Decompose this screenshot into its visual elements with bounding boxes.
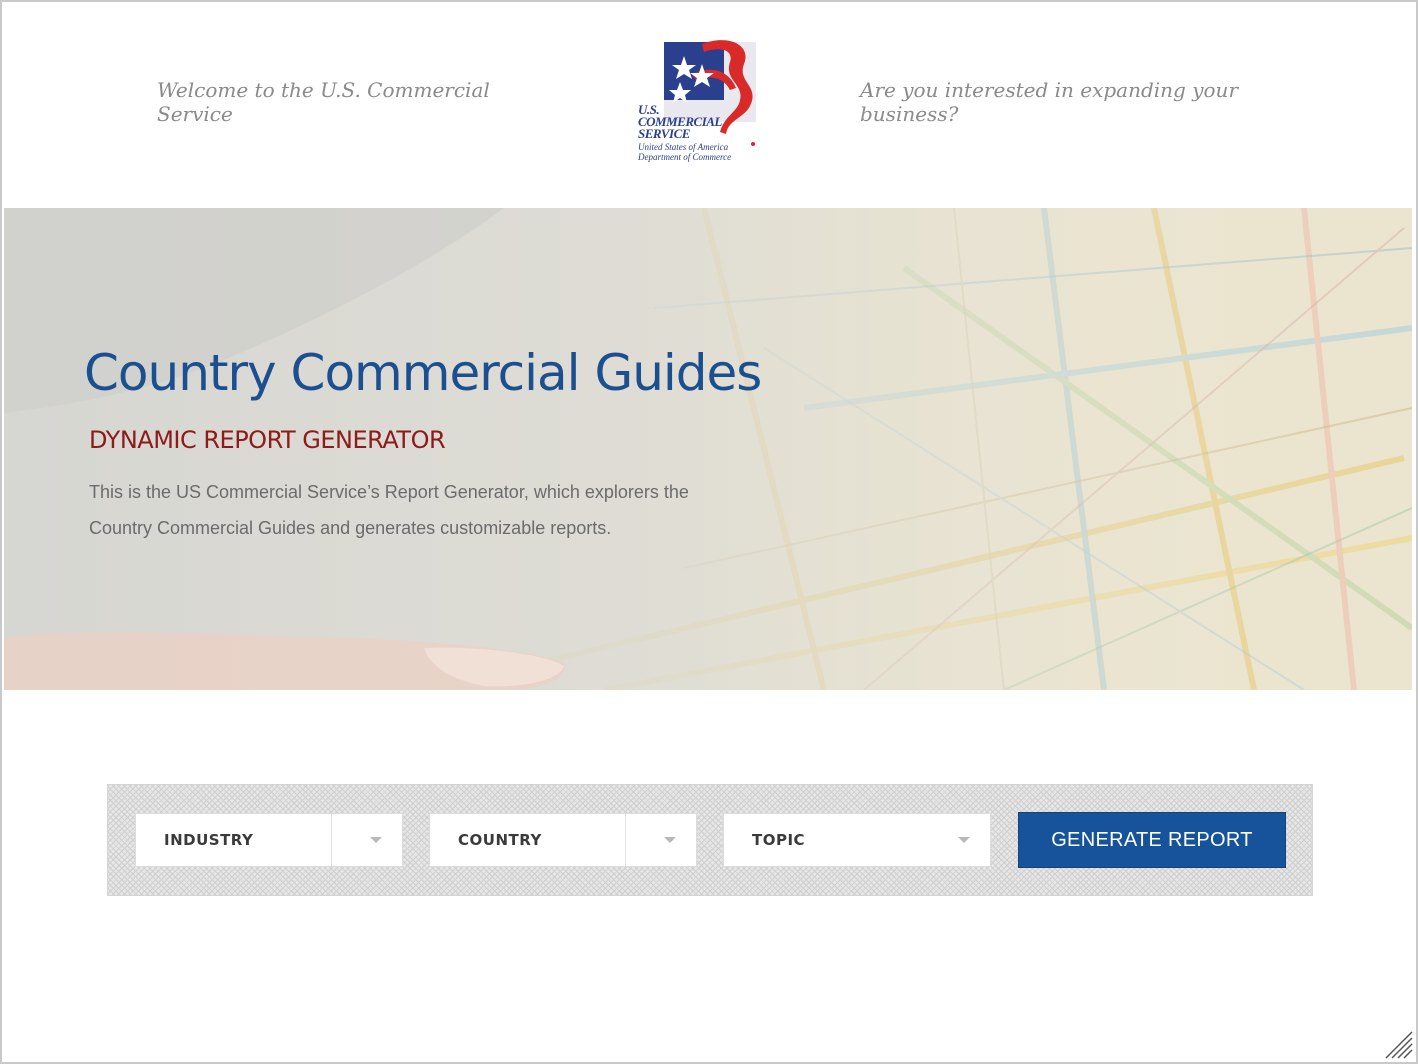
- welcome-text: Welcome to the U.S. Commercial Service: [157, 78, 490, 126]
- chevron-down-icon: [664, 837, 676, 843]
- chevron-down-icon: [958, 837, 970, 843]
- country-select-label: COUNTRY: [458, 831, 542, 849]
- page-title: Country Commercial Guides: [84, 344, 762, 402]
- generate-report-button[interactable]: GENERATE REPORT: [1018, 812, 1286, 868]
- us-commercial-service-logo[interactable]: U.S. COMMERCIAL SERVICE United States of…: [632, 34, 772, 166]
- select-divider: [331, 814, 332, 866]
- logo-wordmark: U.S. COMMERCIAL SERVICE: [638, 102, 722, 141]
- hero-banner: Country Commercial Guides DYNAMIC REPORT…: [4, 208, 1412, 690]
- logo-subtitle: United States of America Department of C…: [638, 142, 732, 162]
- topic-select[interactable]: TOPIC: [723, 813, 991, 867]
- topic-select-label: TOPIC: [752, 831, 806, 849]
- question-text: Are you interested in expanding your bus…: [860, 78, 1238, 126]
- industry-select[interactable]: INDUSTRY: [135, 813, 403, 867]
- report-filter-bar: INDUSTRY COUNTRY TOPIC GENERATE REPORT: [107, 784, 1313, 896]
- resize-grip-icon[interactable]: [1382, 1028, 1414, 1060]
- page-description: This is the US Commercial Service’s Repo…: [89, 482, 689, 538]
- industry-select-label: INDUSTRY: [164, 831, 254, 849]
- select-divider: [625, 814, 626, 866]
- country-select[interactable]: COUNTRY: [429, 813, 697, 867]
- page-frame: Welcome to the U.S. Commercial Service U…: [0, 0, 1418, 1064]
- chevron-down-icon: [370, 837, 382, 843]
- page-subtitle: DYNAMIC REPORT GENERATOR: [89, 426, 446, 454]
